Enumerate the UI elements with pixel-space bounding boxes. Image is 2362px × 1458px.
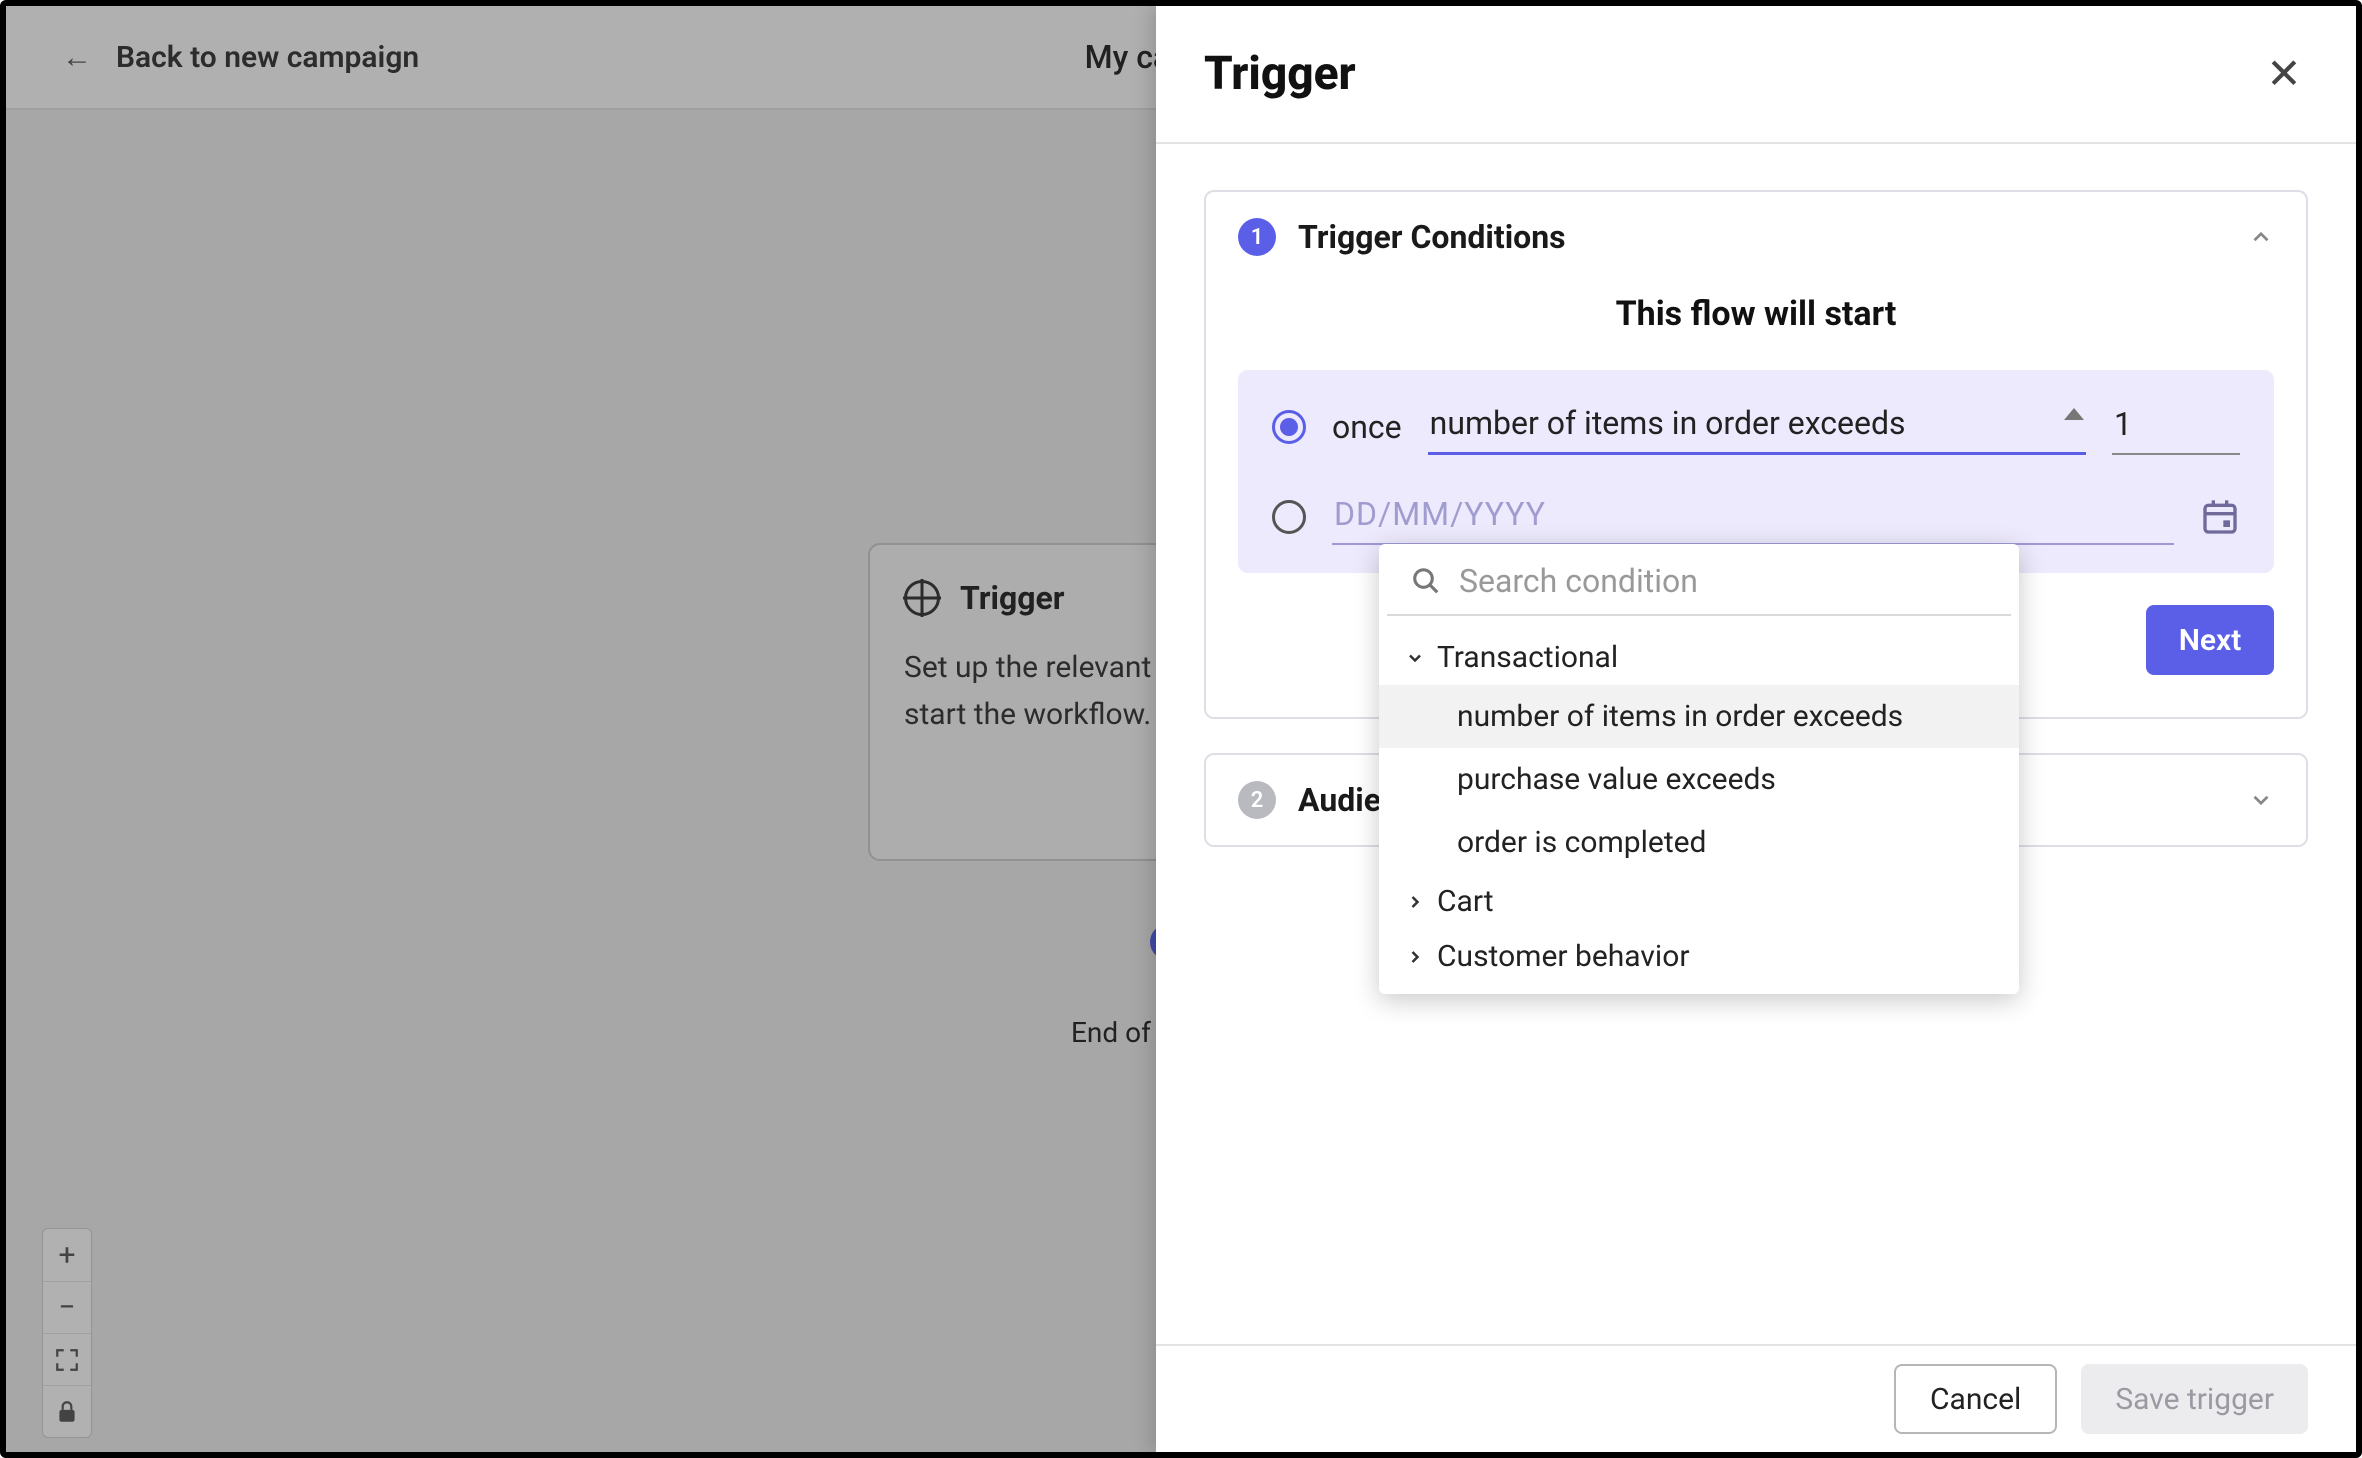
dropdown-item-number-of-items[interactable]: number of items in order exceeds	[1379, 685, 2019, 748]
radio-date[interactable]	[1272, 500, 1306, 534]
dropdown-group-customer-behavior-header[interactable]: Customer behavior	[1379, 929, 2019, 984]
condition-select[interactable]: number of items in order exceeds	[1428, 398, 2086, 455]
next-button[interactable]: Next	[2146, 605, 2274, 675]
panel-body: 1 Trigger Conditions This flow will star…	[1156, 144, 2356, 1344]
dropdown-group-transactional-label: Transactional	[1437, 640, 1618, 675]
cancel-button[interactable]: Cancel	[1894, 1364, 2057, 1434]
chevron-down-icon	[2248, 787, 2274, 813]
dropdown-search-input[interactable]: Search condition	[1459, 562, 1987, 600]
step-2-badge: 2	[1238, 781, 1276, 819]
dropdown-group-cart-label: Cart	[1437, 884, 1494, 919]
save-trigger-button[interactable]: Save trigger	[2081, 1364, 2308, 1434]
dropdown-search-row: Search condition	[1387, 544, 2011, 616]
condition-date-row: DD/MM/YYYY	[1272, 489, 2240, 545]
condition-dropdown: Search condition Transactional number of…	[1379, 544, 2019, 994]
chevron-down-icon	[1405, 648, 1425, 668]
step-1-badge: 1	[1238, 218, 1276, 256]
caret-up-icon	[2064, 408, 2084, 420]
panel-footer: Cancel Save trigger	[1156, 1344, 2356, 1452]
radio-once[interactable]	[1272, 410, 1306, 444]
close-button[interactable]: ✕	[2260, 50, 2308, 98]
chevron-right-icon	[1405, 892, 1425, 912]
dropdown-group-cart-header[interactable]: Cart	[1379, 874, 2019, 929]
dropdown-group-transactional-header[interactable]: Transactional	[1379, 630, 2019, 685]
radio-once-label: once	[1332, 408, 1402, 446]
trigger-panel: Trigger ✕ 1 Trigger Conditions This flow…	[1156, 6, 2356, 1452]
condition-once-row: once number of items in order exceeds 1	[1272, 398, 2240, 455]
panel-header: Trigger ✕	[1156, 6, 2356, 144]
panel-title: Trigger	[1204, 47, 1356, 101]
dropdown-item-order-completed[interactable]: order is completed	[1379, 811, 2019, 874]
trigger-conditions-header[interactable]: 1 Trigger Conditions	[1206, 192, 2306, 282]
condition-select-value: number of items in order exceeds	[1430, 404, 1906, 442]
dropdown-group-transactional: Transactional number of items in order e…	[1379, 616, 2019, 874]
chevron-right-icon	[1405, 947, 1425, 967]
flow-start-label: This flow will start	[1206, 294, 2306, 334]
condition-box: once number of items in order exceeds 1 …	[1238, 370, 2274, 573]
dropdown-group-customer-behavior-label: Customer behavior	[1437, 939, 1689, 974]
chevron-up-icon	[2248, 224, 2274, 250]
search-icon	[1411, 566, 1441, 596]
calendar-icon[interactable]	[2200, 497, 2240, 537]
dropdown-item-purchase-value[interactable]: purchase value exceeds	[1379, 748, 2019, 811]
trigger-conditions-title: Trigger Conditions	[1298, 218, 2226, 256]
date-input[interactable]: DD/MM/YYYY	[1332, 489, 2174, 545]
condition-number-input[interactable]: 1	[2112, 399, 2240, 455]
